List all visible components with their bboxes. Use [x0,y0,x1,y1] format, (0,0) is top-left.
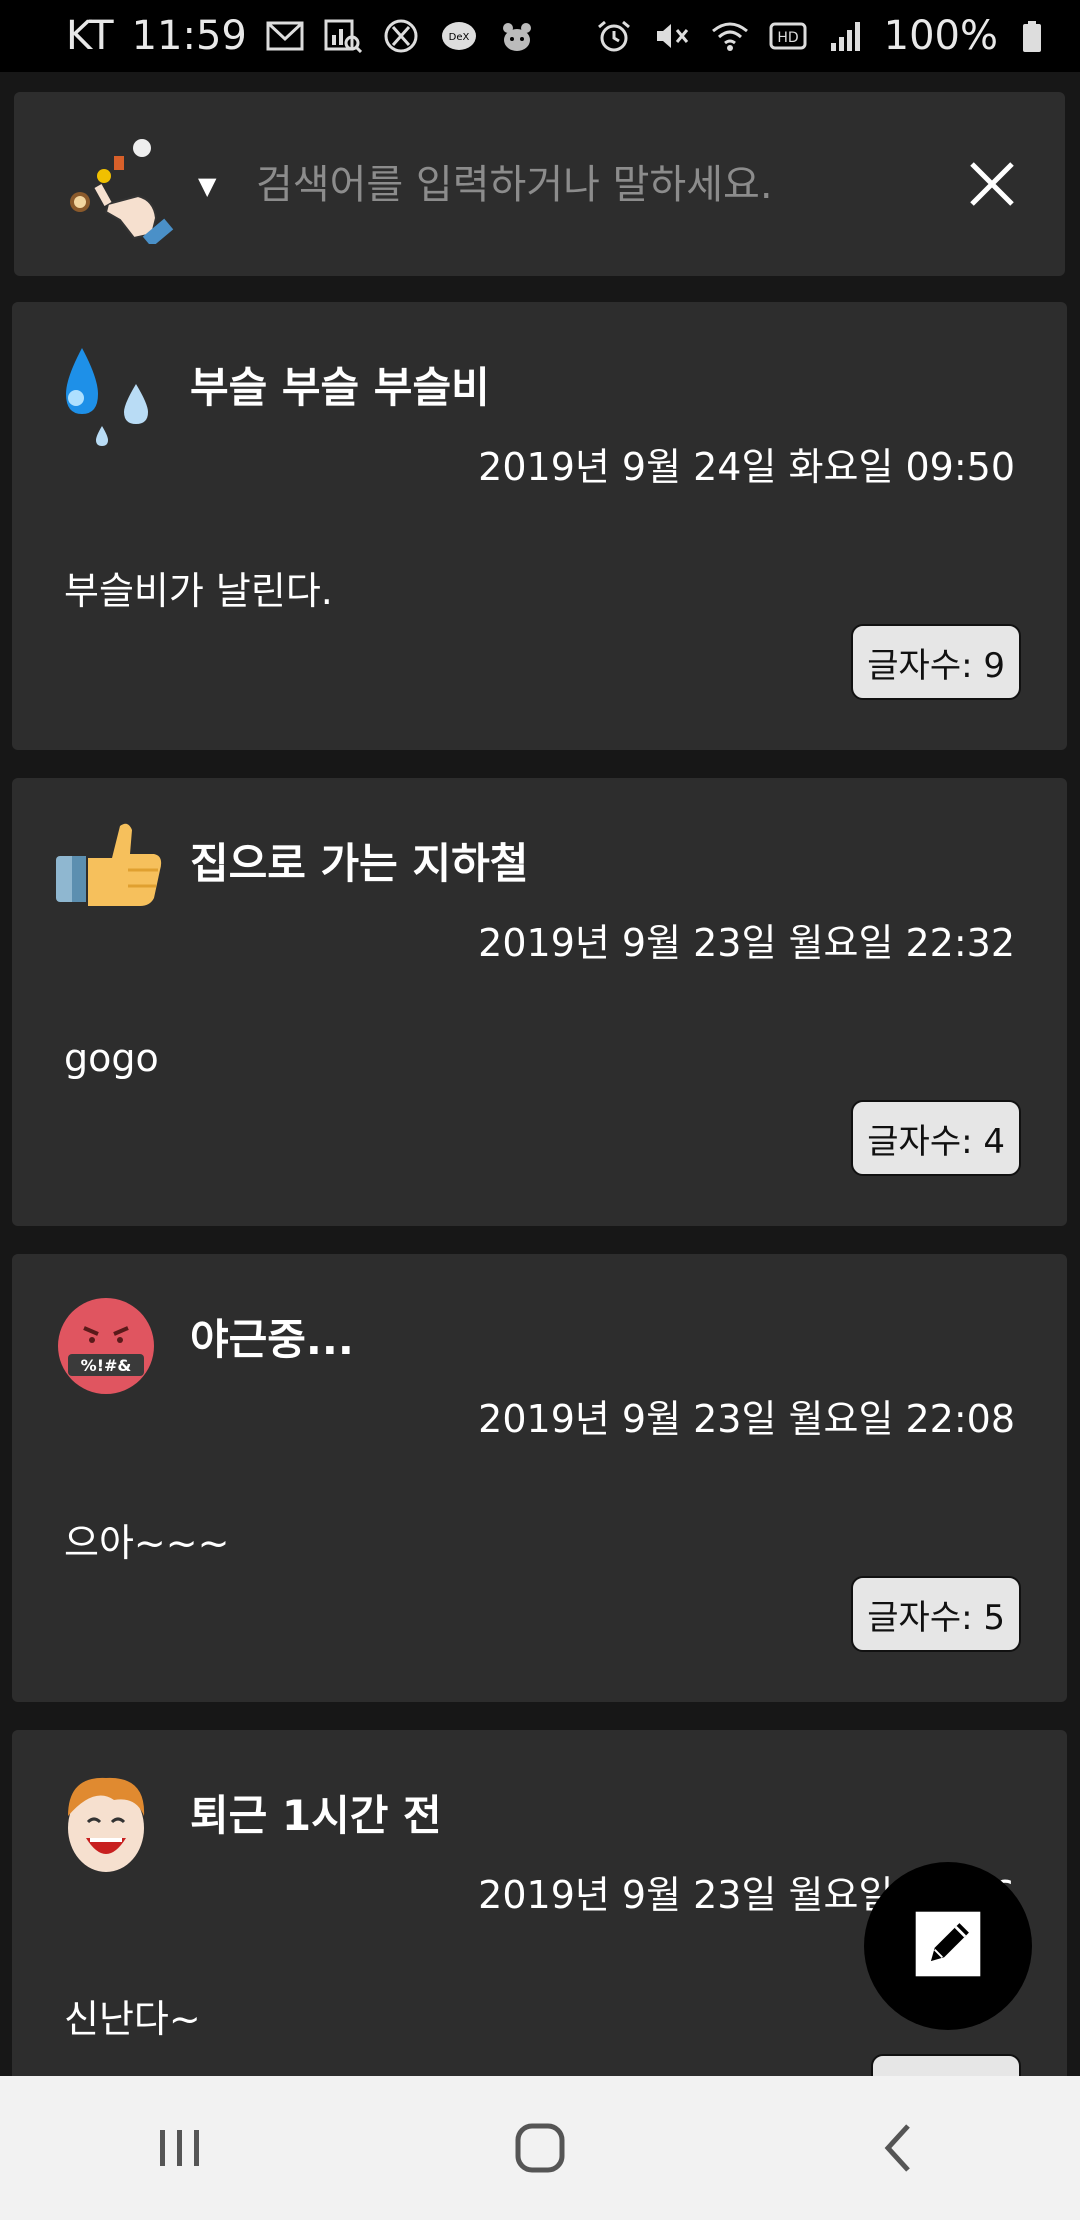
angry-face-icon: %!#& [54,1290,164,1400]
bot-icon [497,18,537,54]
entry-body: gogo [64,1036,159,1080]
status-bar: KT 11:59 DeX HD 100% [0,0,1080,72]
battery-icon [1016,18,1056,54]
back-button[interactable] [840,2098,960,2198]
search-input[interactable] [254,152,918,218]
dex-icon: DeX [439,18,479,54]
gmail-icon [265,18,305,54]
entry-title: 퇴근 1시간 전 [190,1791,442,1840]
char-count-badge: 글자수: 4 [851,1100,1021,1176]
diary-entry-card[interactable]: %!#& 야근중... 2019년 9월 23일 월요일 22:08 으아~~~… [12,1254,1067,1702]
signal-icon [826,18,866,54]
search-bar: ▼ [14,92,1065,276]
entry-date: 2019년 9월 24일 화요일 09:50 [478,445,1015,489]
new-entry-button[interactable] [864,1862,1032,2030]
recent-apps-button[interactable] [120,2098,240,2198]
back-icon [884,2124,910,2172]
diary-entry-card[interactable]: 부슬 부슬 부슬비 2019년 9월 24일 화요일 09:50 부슬비가 날린… [12,302,1067,750]
svg-text:DeX: DeX [448,32,469,43]
category-dropdown-caret[interactable]: ▼ [198,172,216,200]
char-count-badge: 글자수: 5 [851,1576,1021,1652]
home-button[interactable] [480,2098,600,2198]
svg-text:%!#&: %!#& [81,1356,132,1375]
thumbs-up-icon [54,814,164,924]
alarm-icon [594,18,634,54]
entry-title: 야근중... [190,1315,354,1364]
char-count-badge: 글자수: 9 [851,624,1021,700]
entry-body: 부슬비가 날린다. [64,569,333,613]
mute-icon [652,18,692,54]
laughing-face-icon [54,1766,164,1876]
status-bar-right: HD 100% [594,13,1056,59]
x-icon [381,18,421,54]
category-emoji-icon[interactable] [58,134,178,248]
carrier-label: KT [66,13,114,59]
entry-body: 신난다~ [64,1997,201,2041]
wifi-icon [710,18,750,54]
recent-apps-icon [160,2130,199,2166]
edit-icon [910,1906,986,1986]
battery-percent: 100% [883,13,998,59]
clock-label: 11:59 [131,13,247,59]
entry-body: 으아~~~ [64,1521,230,1565]
close-icon[interactable] [962,154,1022,214]
entry-date: 2019년 9월 23일 월요일 22:08 [478,1397,1015,1441]
analytics-icon [323,18,363,54]
home-icon [515,2123,565,2173]
entry-title: 부슬 부슬 부슬비 [190,363,490,412]
svg-text:HD: HD [777,30,798,46]
diary-entry-card[interactable]: 집으로 가는 지하철 2019년 9월 23일 월요일 22:32 gogo 글… [12,778,1067,1226]
droplets-icon [54,338,164,448]
hd-icon: HD [768,18,808,54]
status-bar-left: KT 11:59 DeX [66,13,537,59]
entry-title: 집으로 가는 지하철 [190,839,529,888]
entry-date: 2019년 9월 23일 월요일 22:32 [478,921,1015,965]
system-nav-bar [0,2076,1080,2220]
